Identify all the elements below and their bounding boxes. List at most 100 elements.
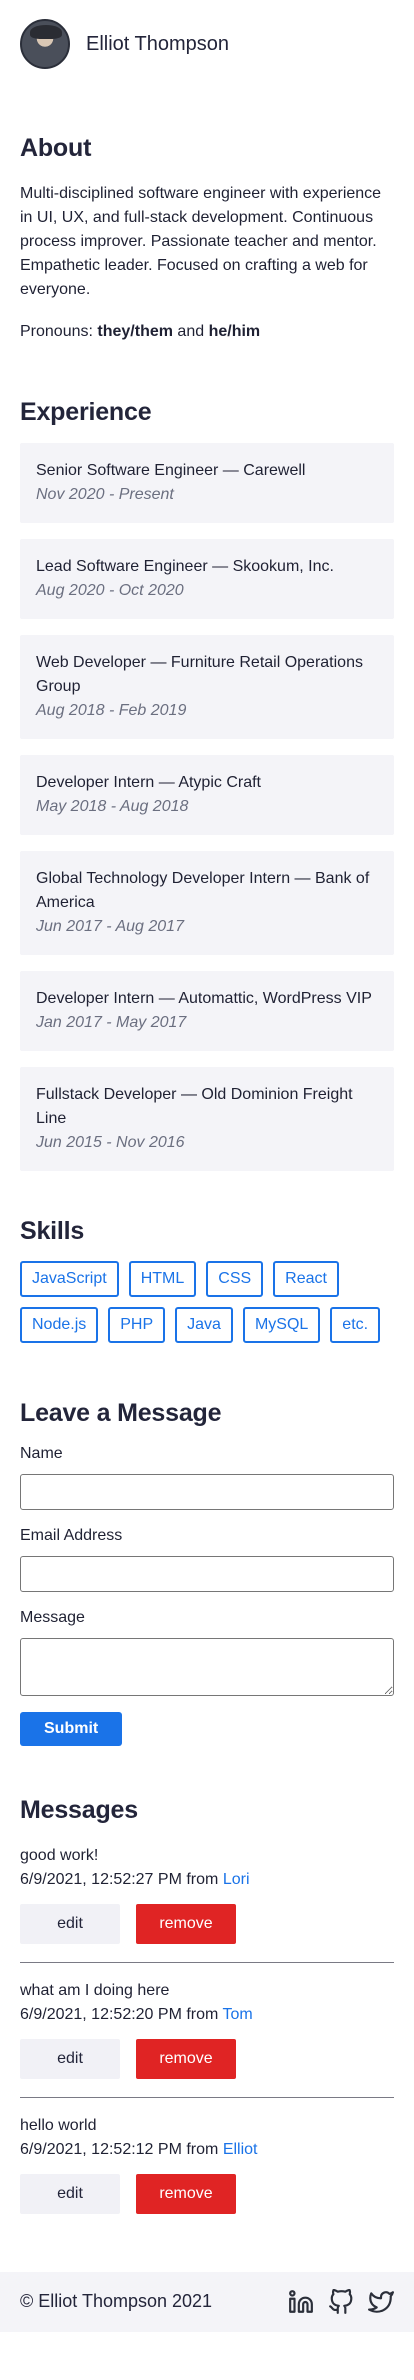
experience-company: Carewell [243, 462, 306, 479]
experience-separator: — [150, 654, 167, 671]
message-form-section: Leave a Message Name Email Address Messa… [20, 1395, 394, 1746]
about-text: Multi-disciplined software engineer with… [20, 184, 382, 298]
email-input[interactable] [20, 1556, 394, 1592]
skills-section: Skills JavaScript HTML CSS React Node.js… [20, 1213, 394, 1343]
messages-title: Messages [20, 1796, 138, 1824]
remove-button[interactable]: remove [136, 2173, 236, 2214]
avatar [20, 19, 70, 69]
skill-tag: Node.js [20, 1306, 99, 1343]
name-input[interactable] [20, 1474, 394, 1510]
message-form: Name Email Address Message Submit [20, 1442, 394, 1746]
experience-list: Senior Software Engineer — Carewell Nov … [20, 443, 394, 1171]
experience-role: Global Technology Developer Intern [36, 870, 291, 887]
message-from-label: from [186, 2005, 219, 2023]
experience-separator: — [212, 558, 229, 575]
about-section: About Multi-disciplined software enginee… [20, 130, 394, 344]
experience-item: Fullstack Developer — Old Dominion Freig… [20, 1067, 394, 1171]
experience-item: Lead Software Engineer — Skookum, Inc. A… [20, 539, 394, 619]
pronoun-2: he/him [208, 322, 261, 340]
experience-role: Web Developer [36, 654, 146, 671]
twitter-icon[interactable] [368, 2289, 394, 2315]
edit-button[interactable]: edit [20, 1903, 120, 1944]
messages-section: Messages good work! 6/9/2021, 12:52:27 P… [20, 1792, 394, 2232]
message-label: Message [20, 1609, 85, 1626]
email-label: Email Address [20, 1527, 123, 1544]
experience-item: Developer Intern — Atypic Craft May 2018… [20, 755, 394, 835]
github-icon[interactable] [328, 2288, 354, 2315]
experience-role: Fullstack Developer [36, 1086, 177, 1103]
skill-tag: etc. [330, 1306, 381, 1343]
experience-separator: — [294, 870, 311, 887]
experience-separator: — [158, 990, 175, 1007]
edit-button[interactable]: edit [20, 2038, 120, 2079]
pronouns-label: Pronouns: [20, 322, 93, 340]
experience-role: Developer Intern [36, 990, 155, 1007]
experience-item: Web Developer — Furniture Retail Operati… [20, 635, 394, 739]
skill-tag: Java [175, 1306, 233, 1343]
experience-item: Global Technology Developer Intern — Ban… [20, 851, 394, 955]
site-footer: © Elliot Thompson 2021 [0, 2271, 414, 2332]
experience-section: Experience Senior Software Engineer — Ca… [20, 394, 394, 1171]
skills-title: Skills [20, 1217, 85, 1245]
experience-separator: — [180, 1086, 197, 1103]
remove-button[interactable]: remove [136, 2038, 236, 2079]
experience-role: Senior Software Engineer [36, 462, 219, 479]
message-actions: edit remove [20, 1903, 394, 1944]
message-author-link[interactable]: Elliot [223, 2141, 258, 2158]
message-item: hello world 6/9/2021, 12:52:12 PM from E… [20, 2096, 394, 2232]
message-textarea[interactable] [20, 1638, 394, 1696]
message-timestamp: 6/9/2021, 12:52:12 PM [20, 2140, 182, 2158]
name-label: Name [20, 1445, 63, 1462]
skill-tag: CSS [206, 1260, 264, 1297]
message-form-title: Leave a Message [20, 1398, 222, 1427]
pronoun-1: they/them [97, 322, 173, 340]
edit-button[interactable]: edit [20, 2173, 120, 2214]
message-actions: edit remove [20, 2173, 394, 2214]
experience-item: Senior Software Engineer — Carewell Nov … [20, 443, 394, 523]
experience-dates: Nov 2020 - Present [36, 486, 174, 503]
message-item: what am I doing here 6/9/2021, 12:52:20 … [20, 1961, 394, 2097]
skills-list: JavaScript HTML CSS React Node.js PHP Ja… [20, 1260, 394, 1343]
experience-dates: Jun 2017 - Aug 2017 [36, 918, 184, 935]
message-text: what am I doing here [20, 1981, 170, 1999]
message-actions: edit remove [20, 2038, 394, 2079]
site-header: Elliot Thompson [20, 0, 394, 88]
message-author-link[interactable]: Lori [223, 1871, 250, 1888]
site-title: Elliot Thompson [86, 33, 230, 55]
message-timestamp: 6/9/2021, 12:52:27 PM [20, 1870, 182, 1888]
message-text: hello world [20, 2116, 97, 2134]
experience-separator: — [158, 774, 175, 791]
experience-role: Developer Intern [36, 774, 155, 791]
message-from-label: from [186, 1870, 219, 1888]
experience-company: Atypic Craft [178, 774, 261, 791]
skill-tag: PHP [108, 1306, 166, 1343]
message-item: good work! 6/9/2021, 12:52:27 PM from Lo… [20, 1844, 394, 1962]
submit-button[interactable]: Submit [20, 1712, 123, 1746]
message-text: good work! [20, 1846, 99, 1864]
copyright: © Elliot Thompson 2021 [20, 2291, 213, 2311]
about-title: About [20, 134, 92, 162]
message-meta: 6/9/2021, 12:52:12 PM from Elliot [20, 2138, 394, 2162]
experience-company: Skookum, Inc. [232, 558, 334, 575]
experience-dates: Aug 2018 - Feb 2019 [36, 702, 187, 719]
pronoun-join: and [177, 322, 205, 340]
experience-dates: Aug 2020 - Oct 2020 [36, 582, 184, 599]
experience-item: Developer Intern — Automattic, WordPress… [20, 971, 394, 1051]
experience-separator: — [222, 462, 239, 479]
skill-tag: React [273, 1260, 339, 1297]
social-links [288, 2288, 394, 2315]
remove-button[interactable]: remove [136, 1903, 236, 1944]
skill-tag: MySQL [242, 1306, 321, 1343]
skill-tag: HTML [128, 1260, 197, 1297]
page: Elliot Thompson About Multi-disciplined … [0, 0, 414, 2232]
message-author-link[interactable]: Tom [223, 2006, 253, 2023]
pronouns: Pronouns: they/them and he/him [20, 320, 394, 344]
experience-role: Lead Software Engineer [36, 558, 208, 575]
message-timestamp: 6/9/2021, 12:52:20 PM [20, 2005, 182, 2023]
skill-tag: JavaScript [20, 1260, 119, 1297]
linkedin-icon[interactable] [288, 2289, 314, 2315]
message-meta: 6/9/2021, 12:52:27 PM from Lori [20, 1868, 394, 1892]
experience-dates: Jun 2015 - Nov 2016 [36, 1134, 185, 1151]
message-from-label: from [186, 2140, 219, 2158]
experience-dates: May 2018 - Aug 2018 [36, 798, 189, 815]
